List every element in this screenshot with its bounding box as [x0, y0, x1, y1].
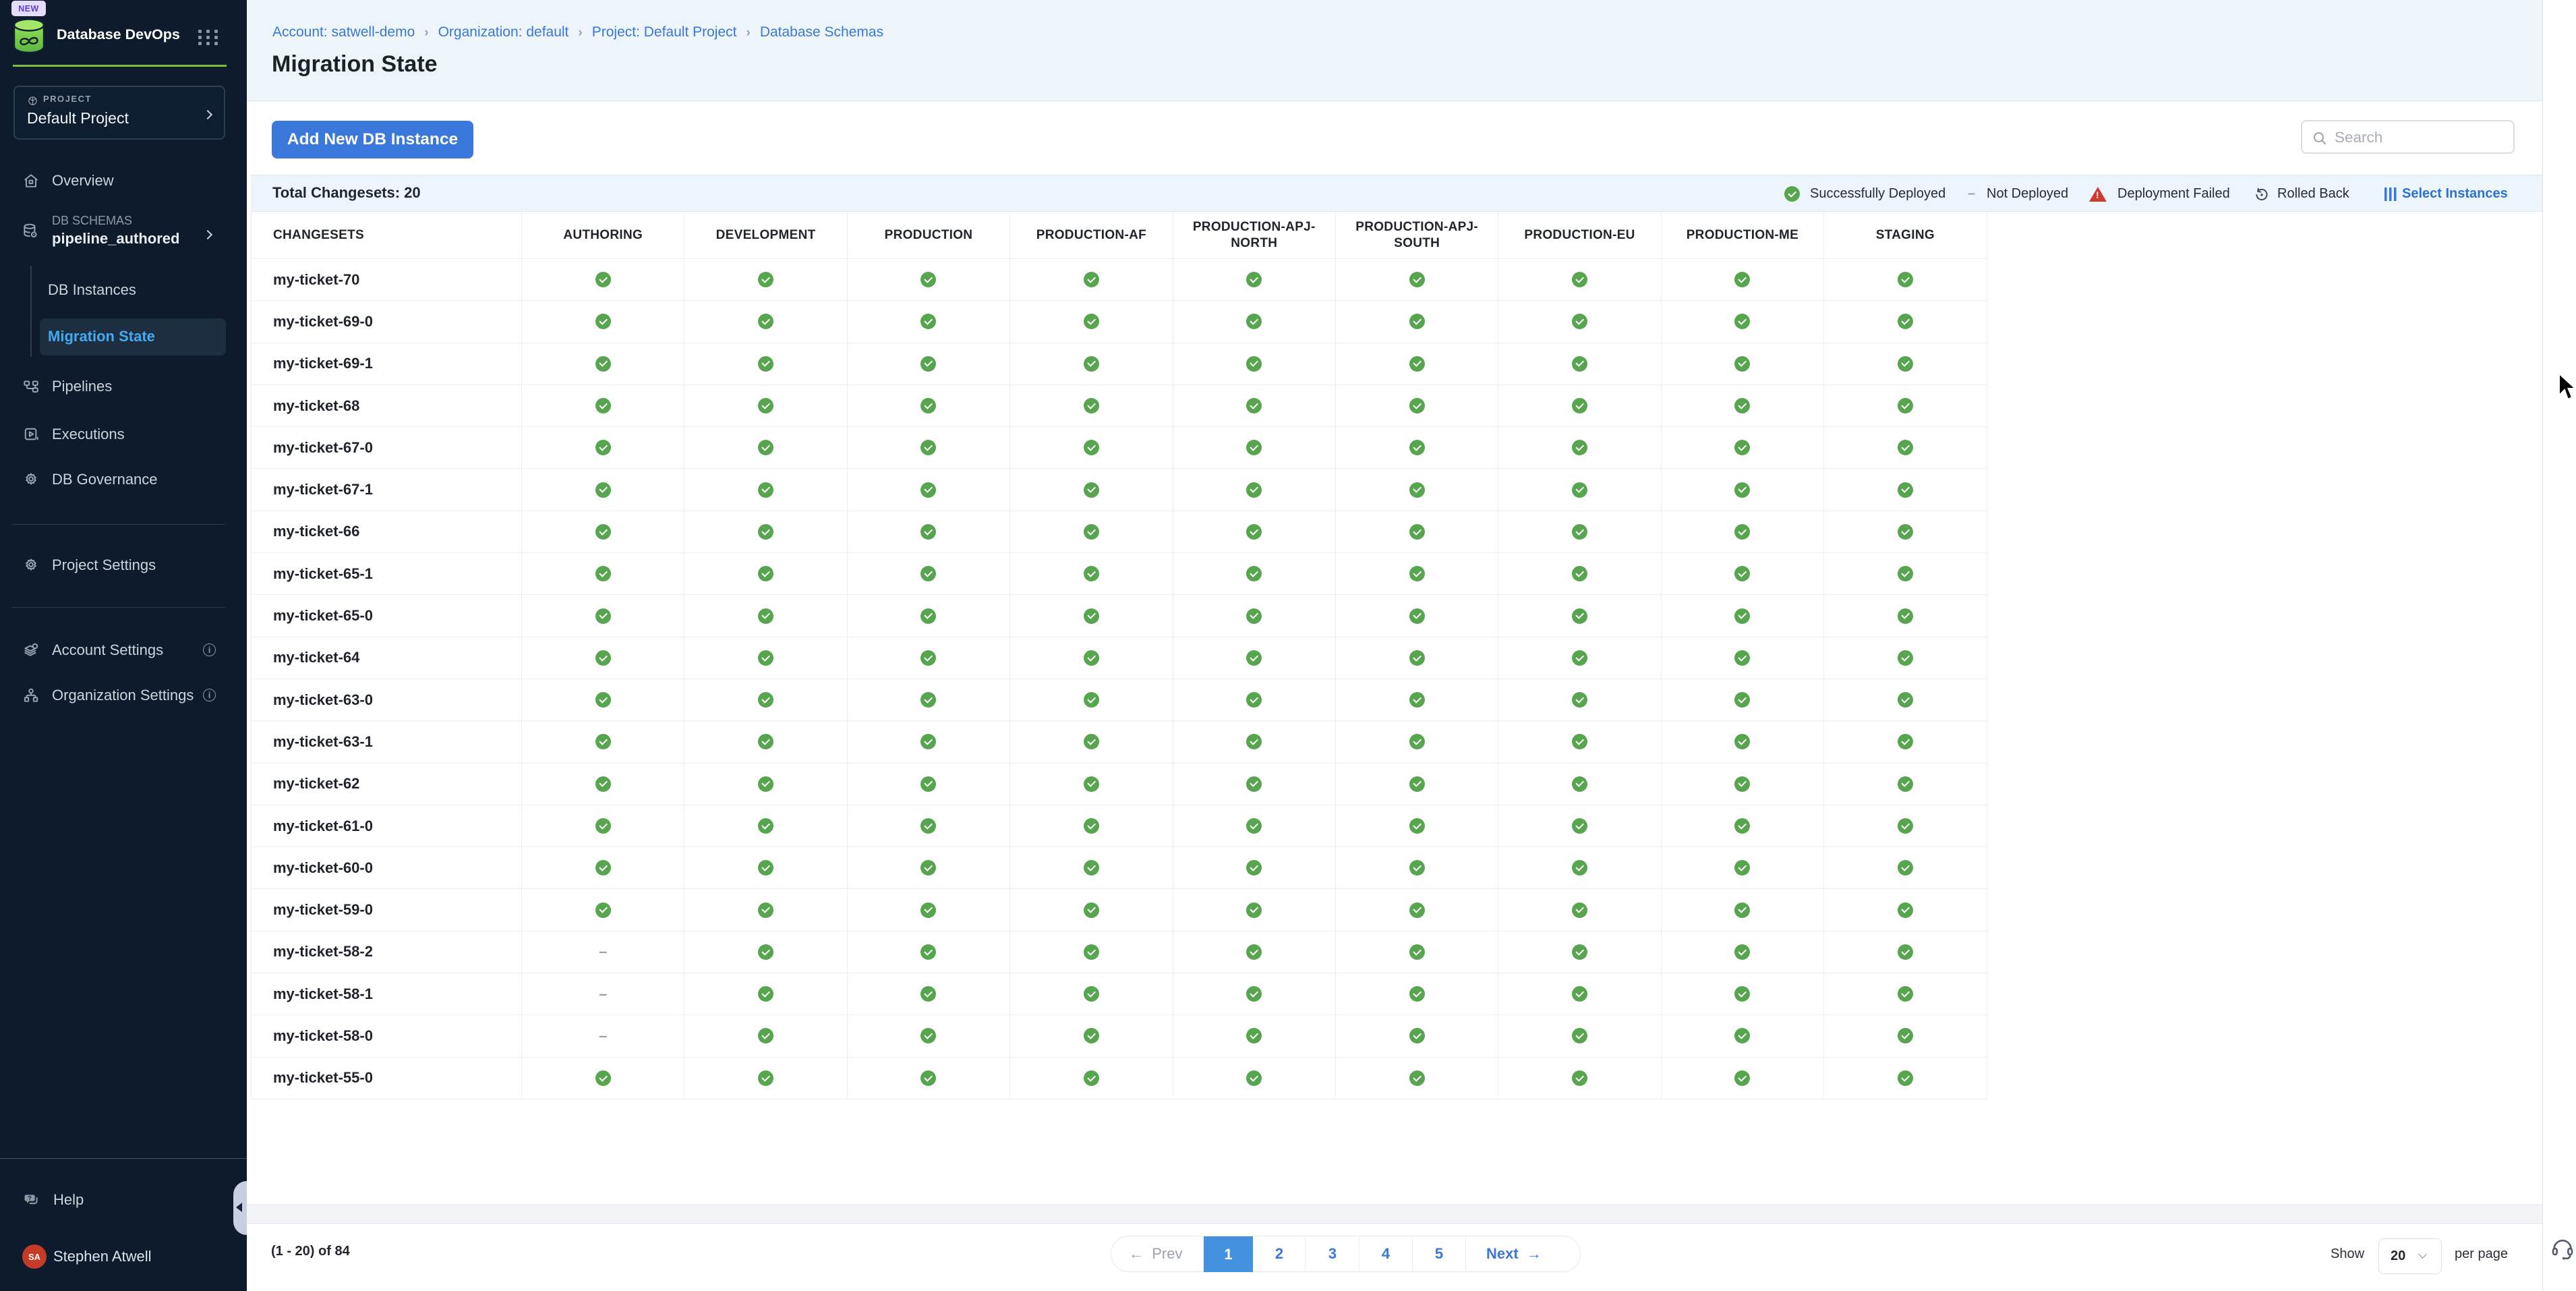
svg-text:?: ?: [28, 1195, 32, 1202]
